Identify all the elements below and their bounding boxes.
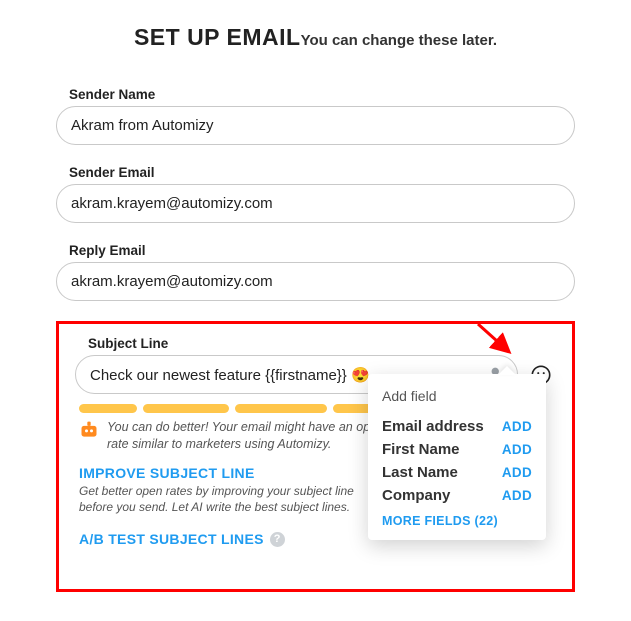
reply-email-group: Reply Email: [56, 243, 575, 301]
add-field-company[interactable]: ADD: [502, 488, 532, 503]
sender-email-input[interactable]: [56, 184, 575, 223]
add-field-email[interactable]: ADD: [502, 419, 532, 434]
help-icon[interactable]: ?: [270, 532, 285, 547]
field-row-email: Email address ADD: [382, 418, 532, 435]
popover-title: Add field: [382, 388, 532, 404]
field-row-lastname: Last Name ADD: [382, 464, 532, 481]
add-field-popover: Add field Email address ADD First Name A…: [368, 374, 546, 540]
field-name: First Name: [382, 441, 460, 458]
sender-email-group: Sender Email: [56, 165, 575, 223]
form-area: Sender Name Sender Email Reply Email Sub…: [0, 59, 631, 592]
field-name: Last Name: [382, 464, 458, 481]
bot-icon: [79, 420, 99, 440]
reply-email-label: Reply Email: [69, 243, 575, 258]
improve-subject-desc: Get better open rates by improving your …: [79, 483, 389, 515]
page-subtitle: You can change these later.: [301, 32, 497, 49]
more-fields-link[interactable]: MORE FIELDS (22): [382, 514, 532, 528]
sender-name-group: Sender Name: [56, 87, 575, 145]
subject-highlight-box: Subject Line: [56, 321, 575, 592]
tip-text: You can do better! Your email might have…: [107, 419, 387, 453]
sender-email-label: Sender Email: [69, 165, 575, 180]
meter-segment: [235, 404, 327, 413]
add-field-lastname[interactable]: ADD: [502, 465, 532, 480]
sender-name-input[interactable]: [56, 106, 575, 145]
reply-email-input[interactable]: [56, 262, 575, 301]
field-row-firstname: First Name ADD: [382, 441, 532, 458]
meter-segment: [79, 404, 137, 413]
page-header: SET UP EMAILYou can change these later.: [0, 0, 631, 59]
add-field-firstname[interactable]: ADD: [502, 442, 532, 457]
field-row-company: Company ADD: [382, 487, 532, 504]
ab-test-link[interactable]: A/B TEST SUBJECT LINES ?: [79, 531, 285, 547]
field-name: Email address: [382, 418, 484, 435]
page-title: SET UP EMAIL: [134, 24, 301, 50]
ab-test-label: A/B TEST SUBJECT LINES: [79, 531, 264, 547]
field-name: Company: [382, 487, 450, 504]
subject-label: Subject Line: [88, 336, 556, 351]
sender-name-label: Sender Name: [69, 87, 575, 102]
meter-segment: [143, 404, 229, 413]
